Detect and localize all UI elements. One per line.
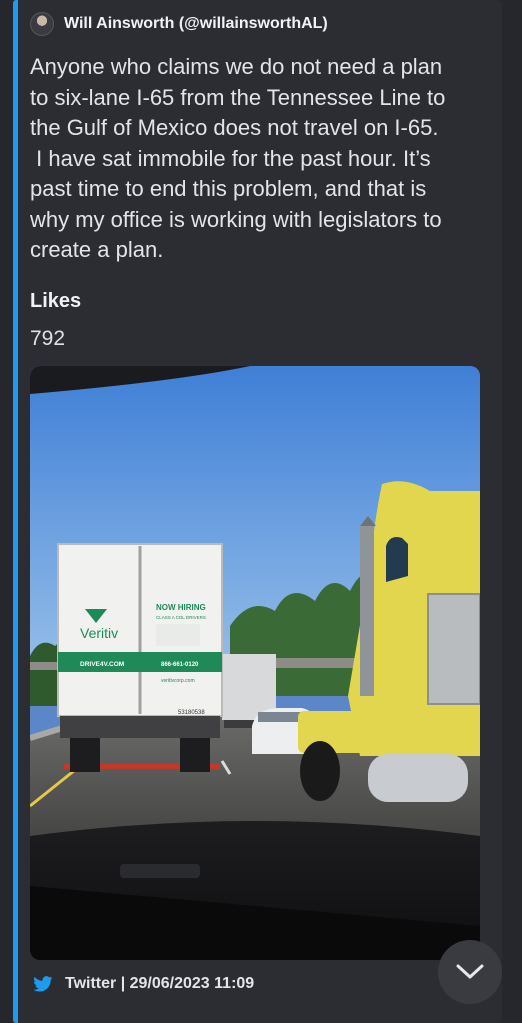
truck-hiring: NOW HIRING (156, 603, 206, 612)
truck-phone: 866-661-0120 (161, 662, 199, 668)
scroll-down-button[interactable] (438, 940, 502, 1004)
chevron-down-icon (456, 964, 484, 979)
embed-author[interactable]: Will Ainsworth (@willainsworthAL) (30, 12, 328, 36)
truck-hiring-sub: CLASS A CDL DRIVERS (156, 615, 206, 620)
tweet-line: Anyone who claims we do not need a plan (30, 54, 443, 79)
likes-label: Likes (30, 290, 82, 312)
likes-value: 792 (30, 327, 66, 350)
footer-text: Twitter | 29/06/2023 11:09 (65, 975, 255, 992)
tweet-line: to six-lane I-65 from the Tennessee Line… (30, 84, 446, 110)
tweet-line: the Gulf of Mexico does not travel on I-… (30, 115, 439, 140)
author-name[interactable]: Will Ainsworth (@willainsworthAL) (64, 15, 328, 33)
embed-accent-bar (13, 0, 18, 1023)
tweet-line: past time to end this problem, and that … (30, 176, 427, 201)
truck-site: veritivcorp.com (161, 678, 195, 684)
tweet-line: create a plan. (30, 237, 164, 262)
embed-footer: Twitter | 29/06/2023 11:09 (33, 975, 254, 993)
tweet-photo[interactable]: Veritiv NOW HIRING CLASS A CDL DRIVERS D… (30, 366, 480, 960)
truck-brand: Veritiv (80, 625, 118, 641)
twitter-bird-icon (33, 976, 53, 992)
tweet-text: Anyone who claims we do not need a plan … (30, 52, 485, 266)
tweet-line: why my office is working with legislator… (30, 206, 442, 232)
truck-url: DRIVE4V.COM (80, 661, 124, 668)
truck-unit: 53180538 (178, 710, 205, 716)
tweet-line: I have sat immobile for the past hour. I… (30, 145, 431, 171)
author-avatar[interactable] (30, 12, 54, 36)
